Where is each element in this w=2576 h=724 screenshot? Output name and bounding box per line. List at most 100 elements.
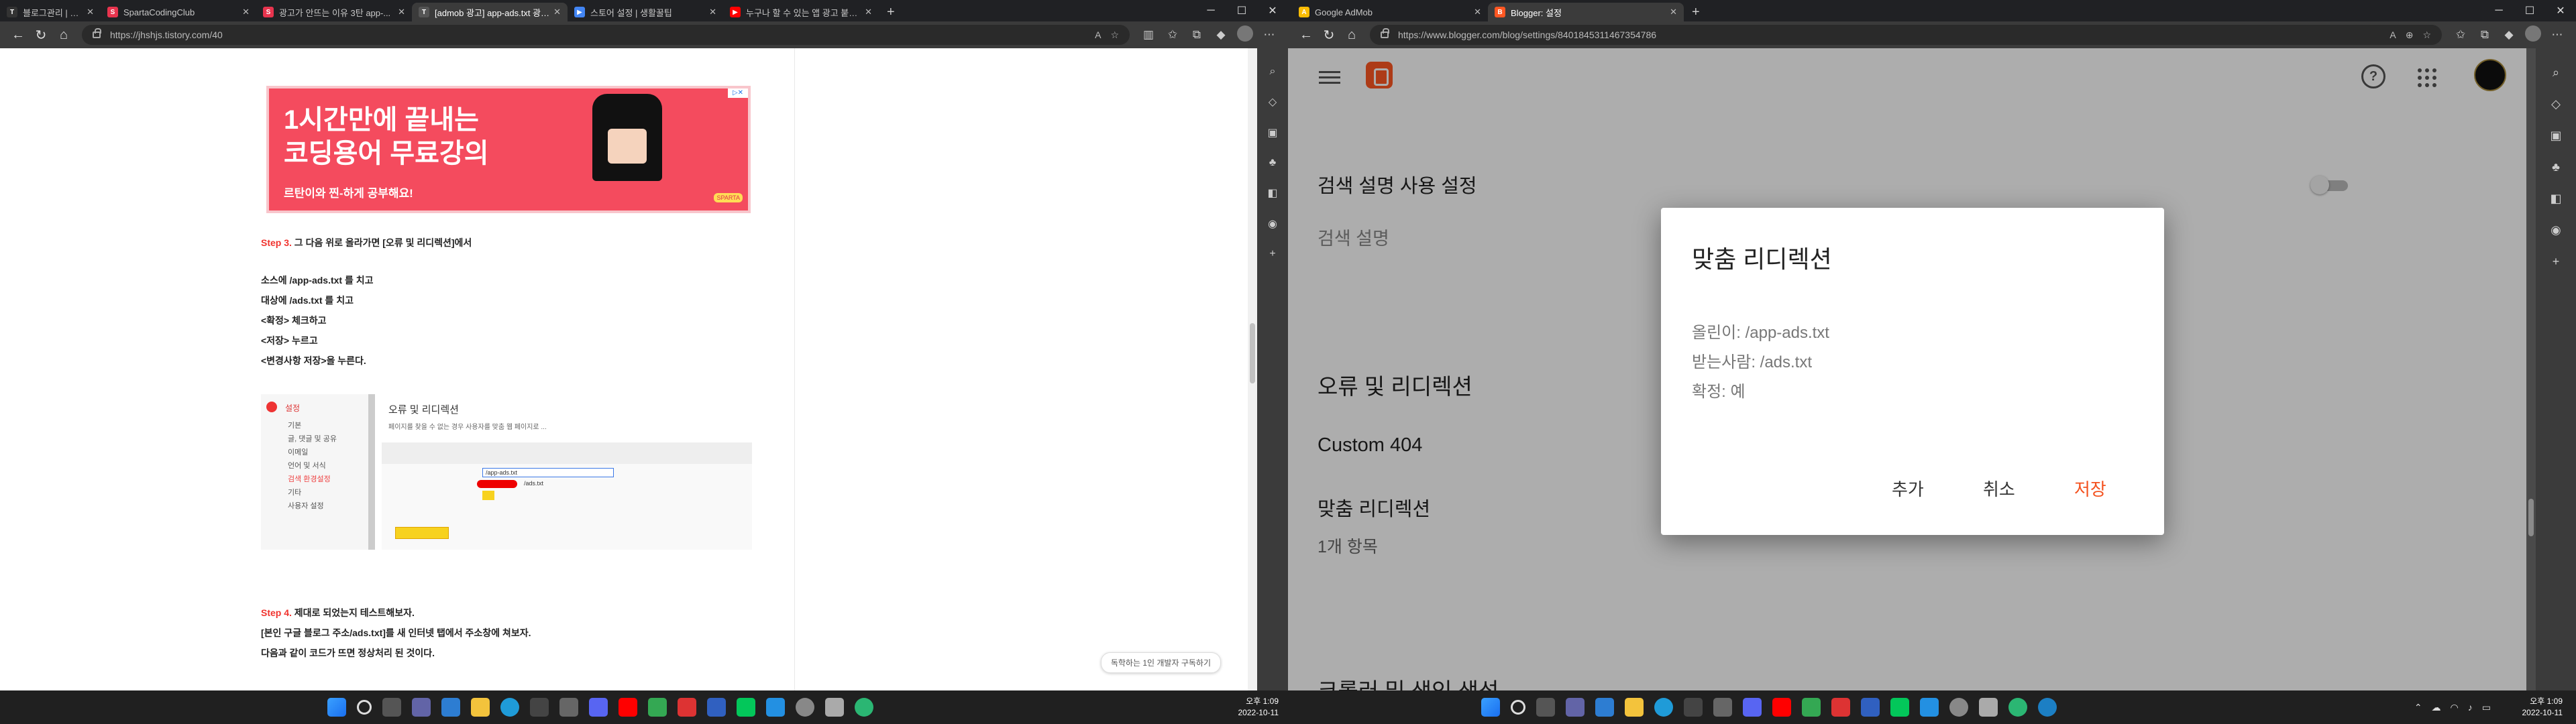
edge-dev-icon[interactable] xyxy=(2038,698,2057,717)
settings-icon[interactable] xyxy=(796,698,814,717)
close-icon[interactable]: ✕ xyxy=(709,7,716,17)
chat-icon[interactable] xyxy=(412,698,431,717)
naver-icon[interactable] xyxy=(737,698,755,717)
tag-icon[interactable]: ◇ xyxy=(2536,97,2576,111)
tab-admob[interactable]: A Google AdMob ✕ xyxy=(1292,3,1488,21)
ad-banner[interactable]: 1시간만에 끝내는 코딩용어 무료강의 르탄이와 찐-하게 공부해요! ▷✕ SP… xyxy=(266,86,751,213)
home-icon[interactable]: ⌂ xyxy=(1340,27,1363,43)
start-icon[interactable] xyxy=(327,698,346,717)
discord-icon[interactable] xyxy=(589,698,608,717)
read-aloud-icon[interactable]: A xyxy=(1095,29,1101,40)
address-bar[interactable]: https://jhshjs.tistory.com/40 A ☆ xyxy=(82,25,1130,45)
search-icon[interactable]: ⌕ xyxy=(1257,66,1288,78)
mail-icon[interactable] xyxy=(1861,698,1880,717)
more-menu-icon[interactable]: ⋯ xyxy=(1257,28,1281,42)
add-icon[interactable]: + xyxy=(1257,248,1288,260)
favorite-star-icon[interactable]: ☆ xyxy=(2422,29,2431,41)
minimize-button[interactable]: ─ xyxy=(1195,5,1226,17)
games-icon[interactable]: ♣ xyxy=(1257,157,1288,169)
favorite-star-icon[interactable]: ☆ xyxy=(1110,29,1119,41)
tab-tistory-admin[interactable]: T블로그관리 | TISTORY✕ xyxy=(0,3,101,21)
file-explorer-icon[interactable] xyxy=(471,698,490,717)
extensions-icon[interactable]: ◆ xyxy=(1209,28,1233,42)
network-icon[interactable]: ◠ xyxy=(2451,702,2459,713)
address-bar[interactable]: https://www.blogger.com/blog/settings/84… xyxy=(1370,25,2442,45)
office-icon[interactable]: ◧ xyxy=(2536,192,2576,206)
scrollbar-thumb[interactable] xyxy=(2528,499,2534,536)
add-icon[interactable]: + xyxy=(2536,255,2576,269)
battery-icon[interactable]: ▭ xyxy=(2482,702,2491,713)
task-view-icon[interactable] xyxy=(1536,698,1555,717)
start-icon[interactable] xyxy=(1481,698,1500,717)
back-button[interactable]: ← xyxy=(7,27,30,43)
edge-icon[interactable] xyxy=(500,698,519,717)
cancel-button[interactable]: 취소 xyxy=(1983,476,2015,501)
app-icon[interactable] xyxy=(825,698,844,717)
refresh-button[interactable]: ↻ xyxy=(30,27,52,44)
page-scrollbar[interactable] xyxy=(1248,48,1257,690)
games-icon[interactable]: ♣ xyxy=(2536,160,2576,174)
briefcase-icon[interactable]: ▣ xyxy=(1257,126,1288,139)
tab-store-settings[interactable]: ▶ 스토어 설정 | 생활꿀팁 ✕ xyxy=(568,3,723,21)
volume-icon[interactable]: ♪ xyxy=(2468,702,2473,713)
outlook-icon[interactable]: ◉ xyxy=(2536,223,2576,237)
page-scrollbar[interactable] xyxy=(2526,48,2536,690)
naver-icon[interactable] xyxy=(1890,698,1909,717)
youtube-icon[interactable] xyxy=(619,698,637,717)
system-clock[interactable]: 오후 1:09 2022-10-11 xyxy=(1238,696,1279,719)
cloud-icon[interactable]: ☁ xyxy=(2432,702,2441,713)
tab-admob-article[interactable]: T [admob 광고] app-ads.txt 광고... ✕ xyxy=(412,3,568,21)
back-button[interactable]: ← xyxy=(1295,27,1318,43)
briefcase-icon[interactable]: ▣ xyxy=(2536,129,2576,143)
notepad-icon[interactable] xyxy=(559,698,578,717)
search-icon[interactable] xyxy=(357,700,372,715)
close-window-button[interactable]: ✕ xyxy=(1257,4,1288,17)
refresh-button[interactable]: ↻ xyxy=(1318,27,1340,44)
save-button[interactable]: 저장 xyxy=(2074,476,2106,501)
close-icon[interactable]: ✕ xyxy=(1474,7,1481,17)
minimize-button[interactable]: ─ xyxy=(2483,5,2514,17)
close-icon[interactable]: ✕ xyxy=(1670,7,1677,17)
widgets-icon[interactable] xyxy=(441,698,460,717)
new-tab-button[interactable]: + xyxy=(1684,3,1708,21)
search-icon[interactable] xyxy=(1511,700,1525,715)
tab-blogger-settings[interactable]: B Blogger: 설정 ✕ xyxy=(1488,3,1684,21)
office-icon[interactable]: ◧ xyxy=(1257,186,1288,200)
ad-choices-icon[interactable]: ▷✕ xyxy=(728,88,748,98)
zoom-icon[interactable]: ⊕ xyxy=(2406,29,2414,41)
read-aloud-icon[interactable]: A xyxy=(2390,29,2396,40)
profile-avatar[interactable] xyxy=(2521,25,2545,45)
chat-icon[interactable] xyxy=(1566,698,1585,717)
close-window-button[interactable]: ✕ xyxy=(2545,4,2576,17)
file-explorer-icon[interactable] xyxy=(1625,698,1644,717)
search-icon[interactable]: ⌕ xyxy=(2536,66,2576,80)
collections-icon[interactable]: ⧉ xyxy=(1185,28,1209,42)
collections-icon[interactable]: ⧉ xyxy=(2473,28,2497,42)
vscode-icon[interactable] xyxy=(1920,698,1939,717)
close-icon[interactable]: ✕ xyxy=(865,7,872,17)
notepad-icon[interactable] xyxy=(1713,698,1732,717)
tab-sparta[interactable]: S SpartaCodingClub ✕ xyxy=(101,3,256,21)
maps-icon[interactable] xyxy=(1802,698,1821,717)
store-icon[interactable] xyxy=(1684,698,1703,717)
settings-icon[interactable] xyxy=(1949,698,1968,717)
extensions-icon[interactable]: ◆ xyxy=(2497,28,2521,42)
youtube-icon[interactable] xyxy=(1772,698,1791,717)
app-icon[interactable] xyxy=(1979,698,1998,717)
more-menu-icon[interactable]: ⋯ xyxy=(2545,28,2569,42)
favorites-icon[interactable]: ✩ xyxy=(2449,28,2473,42)
scrollbar-thumb[interactable] xyxy=(1250,323,1255,383)
task-view-icon[interactable] xyxy=(382,698,401,717)
close-icon[interactable]: ✕ xyxy=(398,7,405,17)
maximize-button[interactable]: ☐ xyxy=(1226,4,1257,17)
edge-icon[interactable] xyxy=(1654,698,1673,717)
profile-avatar[interactable] xyxy=(1233,25,1257,45)
subscribe-link[interactable]: 독학하는 1인 개발자 구독하기 xyxy=(1100,652,1221,673)
tab-youtube[interactable]: ▶ 누구나 할 수 있는 앱 광고 붙이... ✕ xyxy=(723,3,879,21)
discord-icon[interactable] xyxy=(1743,698,1762,717)
maps-icon[interactable] xyxy=(648,698,667,717)
split-screen-icon[interactable]: ▥ xyxy=(1136,28,1161,42)
app-icon[interactable] xyxy=(1831,698,1850,717)
close-icon[interactable]: ✕ xyxy=(87,7,94,17)
outlook-icon[interactable]: ◉ xyxy=(1257,217,1288,231)
